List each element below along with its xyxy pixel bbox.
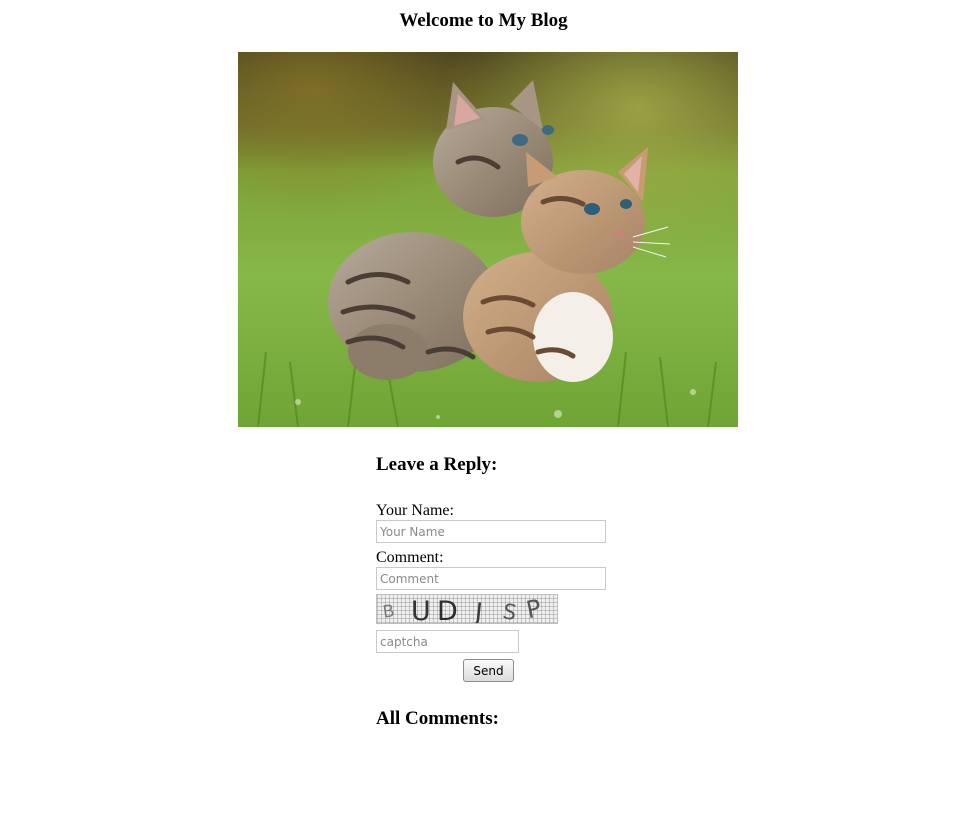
comment-label: Comment: — [376, 549, 444, 566]
svg-text:D: D — [437, 596, 458, 624]
reply-form: Leave a Reply: Your Name: Comment: B U D… — [376, 452, 636, 732]
captcha-image: B U D J S P — [376, 594, 558, 624]
hero-image — [238, 52, 738, 427]
svg-text:U: U — [411, 596, 431, 624]
svg-text:B: B — [382, 601, 396, 622]
svg-text:P: P — [524, 595, 544, 624]
svg-text:S: S — [501, 599, 518, 624]
reply-heading: Leave a Reply: — [376, 454, 498, 475]
captcha-input[interactable] — [376, 630, 519, 653]
svg-text:J: J — [472, 597, 484, 624]
kittens-photo — [238, 52, 738, 427]
send-button[interactable]: Send — [463, 659, 514, 682]
page-title: Welcome to My Blog — [399, 10, 568, 31]
comment-input[interactable] — [376, 567, 606, 590]
name-label: Your Name: — [376, 502, 454, 519]
name-input[interactable] — [376, 520, 606, 543]
captcha-glyphs: B U D J S P — [382, 595, 544, 624]
comments-heading: All Comments: — [376, 708, 499, 729]
